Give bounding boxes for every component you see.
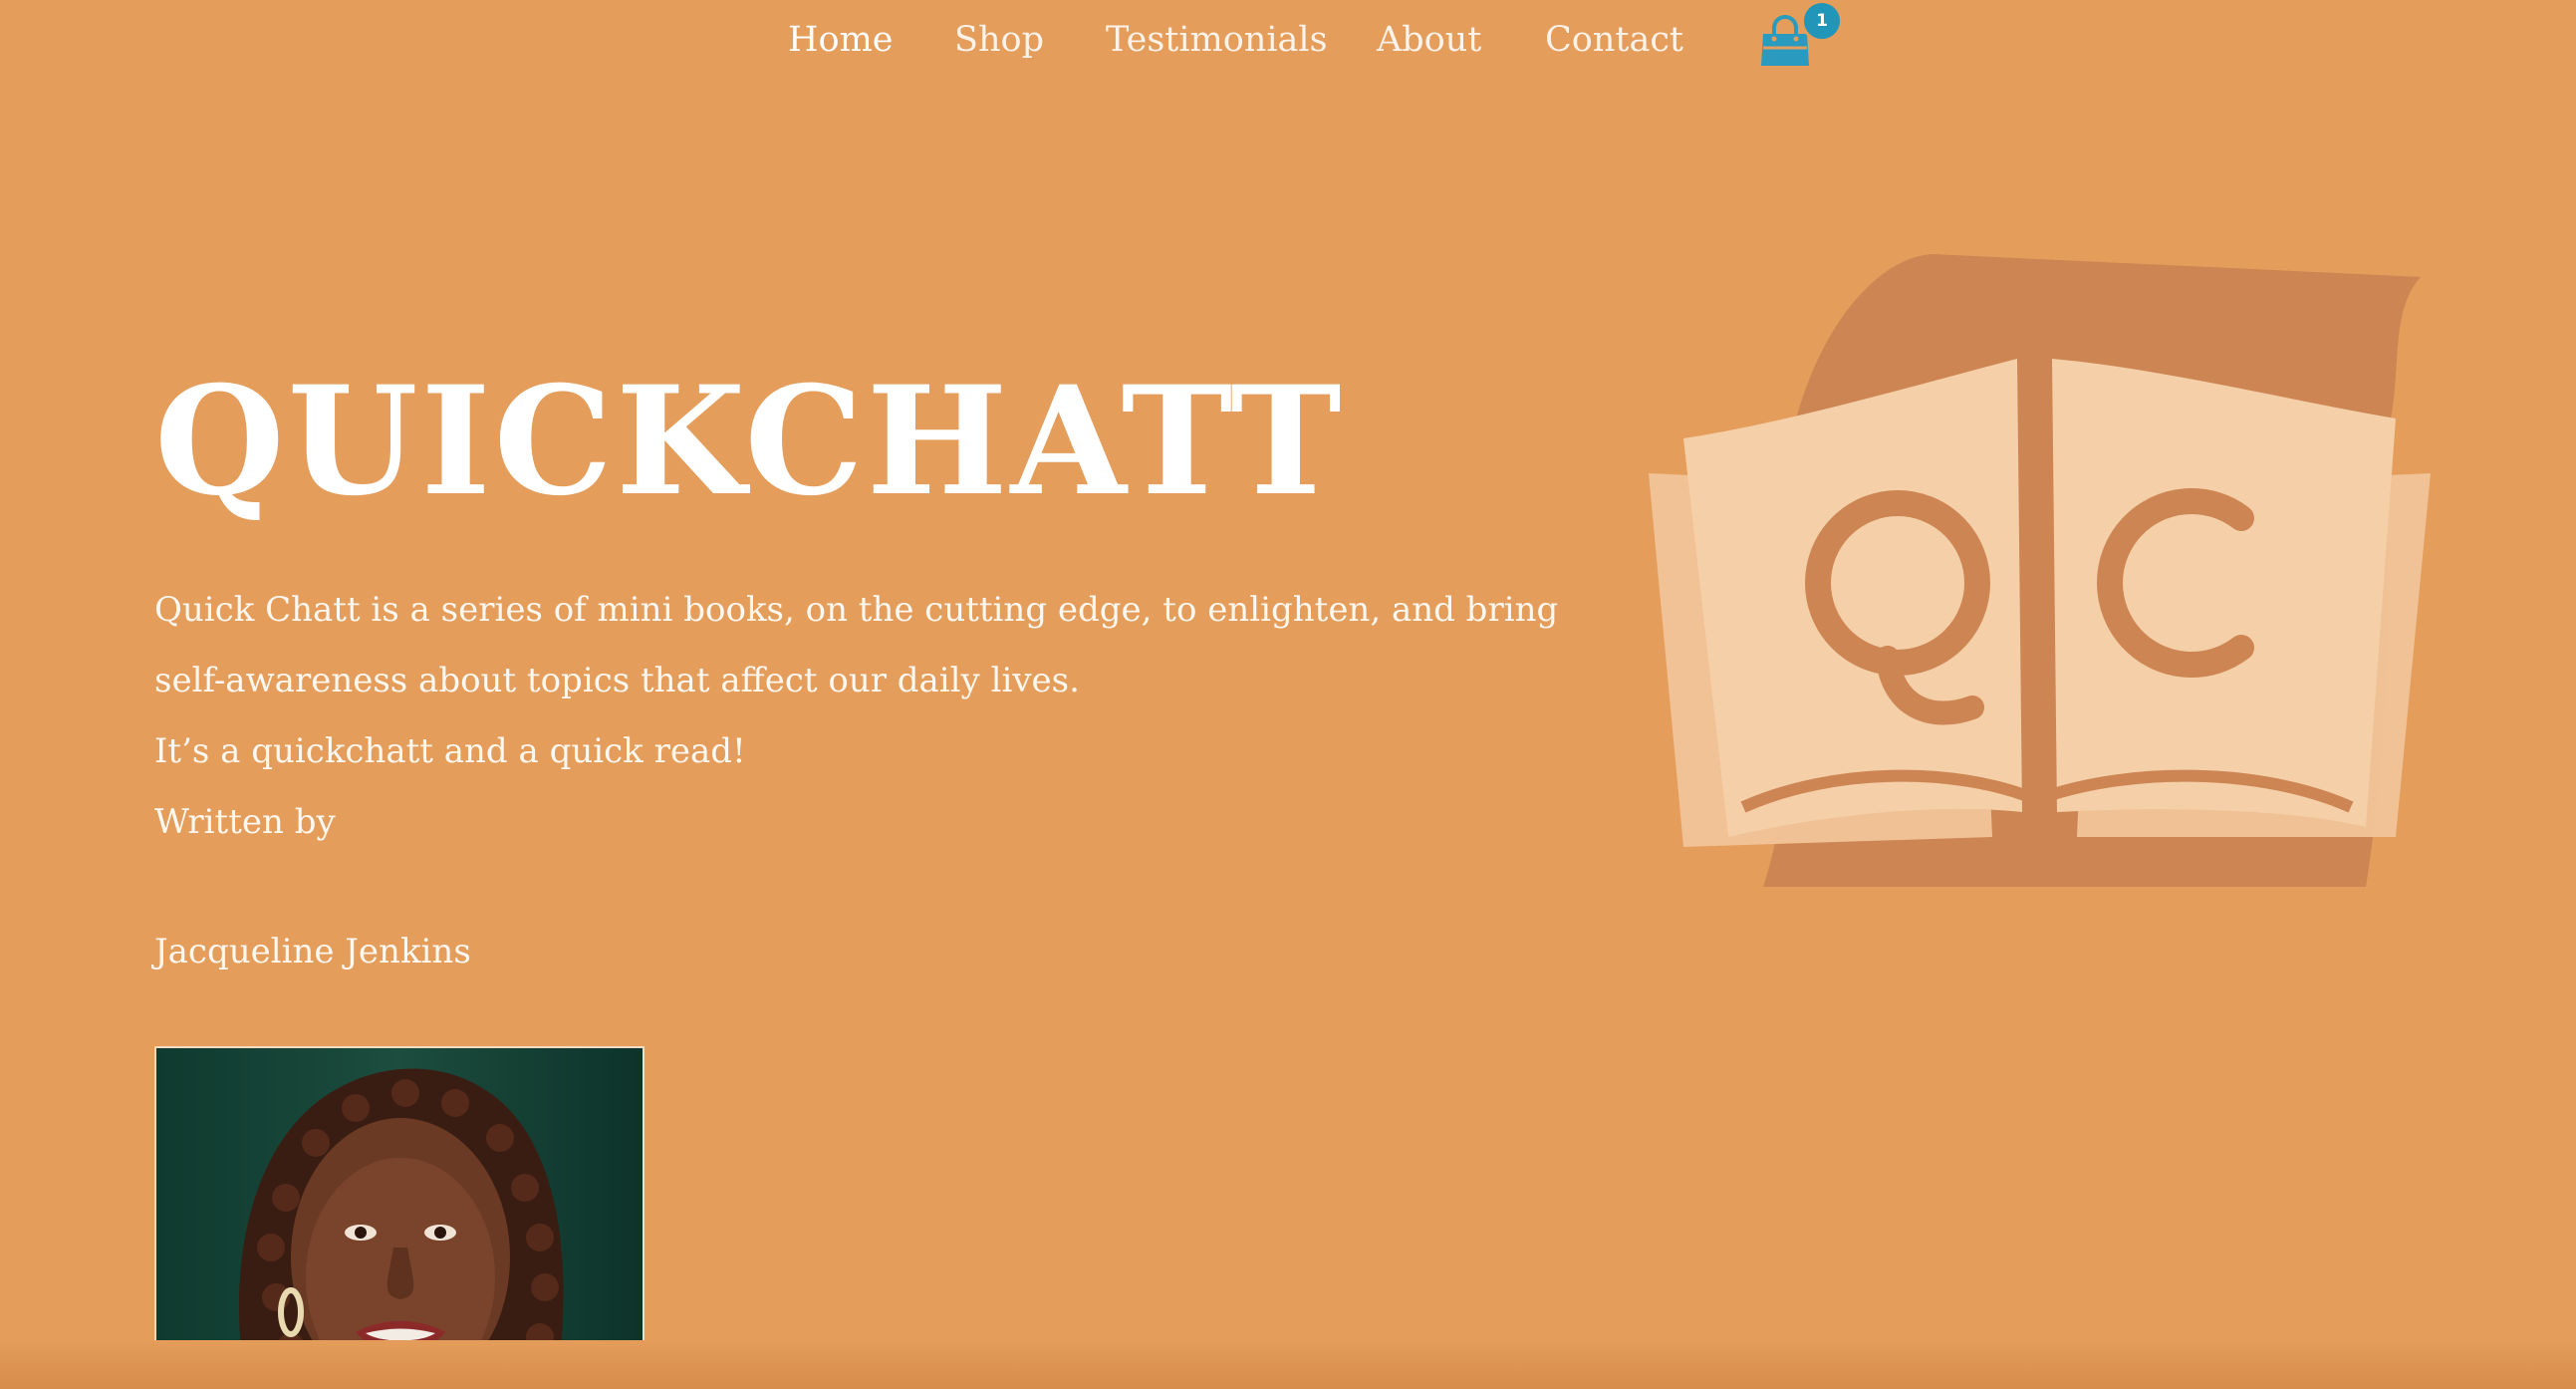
nav-testimonials-link[interactable]: Testimonials xyxy=(1106,20,1328,60)
intro-line-1: Quick Chatt is a series of mini books, o… xyxy=(154,590,1559,630)
tagline: It’s a quickchatt and a quick read! xyxy=(154,731,746,771)
nav-shop-link[interactable]: Shop xyxy=(954,20,1044,60)
bottom-shadow xyxy=(0,1340,2576,1389)
written-by-label: Written by xyxy=(154,802,336,842)
intro-line-2: self-awareness about topics that affect … xyxy=(154,661,1080,700)
top-navigation: Home Shop Testimonials About Contact 1 xyxy=(0,0,2576,90)
quickchatt-logo xyxy=(1634,249,2441,907)
author-name: Jacqueline Jenkins xyxy=(154,932,471,972)
page: Home Shop Testimonials About Contact 1 Q… xyxy=(0,0,2576,1389)
author-photo xyxy=(154,1046,644,1389)
open-book-logo-icon xyxy=(1649,254,2431,887)
cart-count-badge: 1 xyxy=(1801,0,1843,42)
nav-contact-link[interactable]: Contact xyxy=(1545,20,1683,60)
nav-home-link[interactable]: Home xyxy=(788,20,894,60)
page-title: QUICKCHATT xyxy=(154,354,1345,529)
author-portrait-image xyxy=(156,1048,643,1389)
nav-about-link[interactable]: About xyxy=(1377,20,1481,60)
